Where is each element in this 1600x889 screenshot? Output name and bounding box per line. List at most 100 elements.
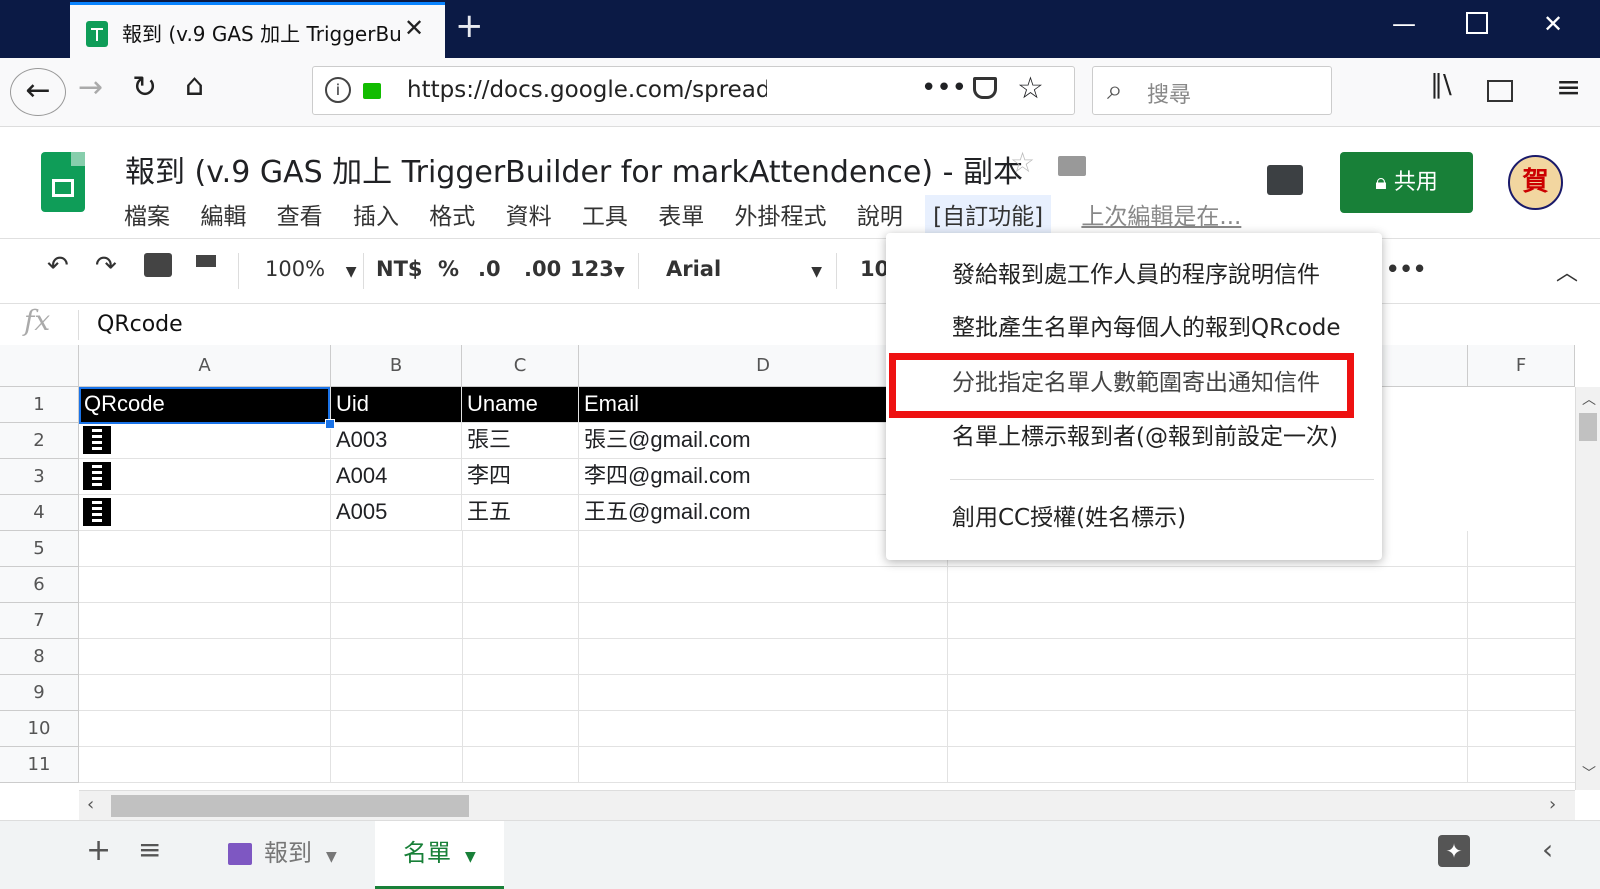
sheet-tab[interactable]: 報到 ▼ xyxy=(200,821,365,889)
row-header[interactable]: 5 xyxy=(0,531,79,567)
row-header[interactable]: 4 xyxy=(0,495,79,531)
percent-button[interactable]: % xyxy=(438,257,459,281)
redo-icon[interactable]: ↷ xyxy=(95,251,117,281)
row-header[interactable]: 9 xyxy=(0,675,79,711)
url-text[interactable]: https://docs.google.com/spreadsheets/d/1 xyxy=(407,77,767,103)
column-header[interactable]: A xyxy=(79,345,331,387)
select-all-corner[interactable] xyxy=(0,345,79,387)
close-icon[interactable]: ✕ xyxy=(1543,10,1563,38)
tab-close-icon[interactable]: ✕ xyxy=(404,14,424,42)
column-header[interactable]: F xyxy=(1468,345,1575,387)
menu-format[interactable]: 格式 xyxy=(429,197,475,231)
number-format-select[interactable]: 123▼ xyxy=(570,257,625,281)
scroll-right-icon[interactable]: › xyxy=(1549,794,1556,815)
menu-help[interactable]: 說明 xyxy=(857,197,903,231)
menu-view[interactable]: 查看 xyxy=(277,197,323,231)
row-header[interactable]: 8 xyxy=(0,639,79,675)
column-header[interactable]: B xyxy=(331,345,462,387)
font-size-select[interactable]: 10 xyxy=(860,257,889,281)
avatar[interactable]: 賀 xyxy=(1508,155,1563,210)
cell-uid[interactable]: A003 xyxy=(331,423,462,459)
paint-format-icon[interactable] xyxy=(196,255,216,267)
increase-decimal-button[interactable]: .00 xyxy=(524,257,561,281)
more-options-icon[interactable]: ••• xyxy=(1386,257,1426,281)
empty-cells[interactable] xyxy=(79,531,1575,783)
vertical-scrollbar[interactable]: ︿ ﹀ xyxy=(1575,387,1600,790)
scroll-thumb[interactable] xyxy=(111,795,469,817)
minimize-icon[interactable]: — xyxy=(1392,10,1416,38)
folder-icon[interactable] xyxy=(1058,156,1086,176)
row-header[interactable]: 2 xyxy=(0,423,79,459)
undo-icon[interactable]: ↶ xyxy=(47,251,69,281)
menu-insert[interactable]: 插入 xyxy=(353,197,399,231)
decrease-decimal-button[interactable]: .0 xyxy=(478,257,501,281)
library-icon[interactable]: ∥\ xyxy=(1430,70,1452,100)
scroll-thumb[interactable] xyxy=(1579,413,1597,441)
cell-uid[interactable]: A005 xyxy=(331,495,462,531)
menu-icon[interactable]: ≡ xyxy=(1556,70,1581,105)
menu-file[interactable]: 檔案 xyxy=(124,197,170,231)
comments-icon[interactable] xyxy=(1267,165,1303,195)
side-panel-toggle-icon[interactable]: ‹ xyxy=(1542,833,1553,866)
page-actions-icon[interactable]: ••• xyxy=(921,73,967,103)
menu-form[interactable]: 表單 xyxy=(658,197,704,231)
scroll-down-icon[interactable]: ﹀ xyxy=(1582,763,1596,783)
row-header[interactable]: 6 xyxy=(0,567,79,603)
sidebar-icon[interactable] xyxy=(1487,80,1513,102)
menu-tools[interactable]: 工具 xyxy=(582,197,628,231)
cell-b1[interactable]: Uid xyxy=(331,387,462,423)
menu-custom-functions[interactable]: [自訂功能] xyxy=(925,195,1052,233)
row-header[interactable]: 7 xyxy=(0,603,79,639)
search-box[interactable]: ⌕ 搜尋 xyxy=(1092,66,1332,115)
add-sheet-icon[interactable]: + xyxy=(86,833,111,868)
bookmark-star-icon[interactable]: ☆ xyxy=(1017,71,1044,106)
row-header[interactable]: 10 xyxy=(0,711,79,747)
sheet-tab-active[interactable]: 名單 ▼ xyxy=(375,821,504,889)
maximize-icon[interactable] xyxy=(1466,12,1488,34)
new-tab-icon[interactable]: + xyxy=(455,6,484,46)
row-header[interactable]: 1 xyxy=(0,387,79,423)
collapse-toolbar-icon[interactable]: ︿ xyxy=(1556,255,1578,287)
dropdown-item-mark-attendees[interactable]: 名單上標示報到者(@報到前設定一次) xyxy=(952,417,1338,451)
url-bar[interactable]: i https://docs.google.com/spreadsheets/d… xyxy=(312,66,1075,115)
formula-input[interactable]: QRcode xyxy=(97,312,183,337)
cell-c1[interactable]: Uname xyxy=(462,387,579,423)
explore-icon[interactable]: ✦ xyxy=(1438,835,1470,867)
reload-icon[interactable]: ↻ xyxy=(132,70,157,105)
scroll-up-icon[interactable]: ︿ xyxy=(1582,389,1596,409)
document-title[interactable]: 報到 (v.9 GAS 加上 TriggerBuilder for markAt… xyxy=(125,147,1023,191)
dropdown-item-cc-license[interactable]: 創用CC授權(姓名標示) xyxy=(952,498,1186,532)
cell-uname[interactable]: 李四 xyxy=(462,459,579,495)
share-button[interactable]: 🔒︎ 共用 xyxy=(1340,152,1473,213)
cell-qrcode[interactable] xyxy=(79,423,331,459)
dropdown-item-generate-qrcodes[interactable]: 整批產生名單內每個人的報到QRcode xyxy=(952,308,1341,342)
back-icon[interactable]: ← xyxy=(10,68,66,116)
menu-edit[interactable]: 編輯 xyxy=(200,197,246,231)
sheets-logo-icon[interactable] xyxy=(41,152,85,212)
column-header[interactable]: C xyxy=(462,345,579,387)
forward-icon[interactable]: → xyxy=(78,70,103,105)
currency-button[interactable]: NT$ xyxy=(376,257,423,281)
cell-qrcode[interactable] xyxy=(79,495,331,531)
cell-uname[interactable]: 張三 xyxy=(462,423,579,459)
pocket-icon[interactable] xyxy=(973,77,997,99)
browser-tab[interactable]: 報到 (v.9 GAS 加上 TriggerBuil ✕ xyxy=(70,2,445,58)
print-icon[interactable] xyxy=(144,253,172,277)
menu-addons[interactable]: 外掛程式 xyxy=(735,197,827,231)
scroll-left-icon[interactable]: ‹ xyxy=(87,794,94,815)
dropdown-item-send-staff-instructions[interactable]: 發給報到處工作人員的程序說明信件 xyxy=(952,255,1320,289)
cell-uid[interactable]: A004 xyxy=(331,459,462,495)
menu-data[interactable]: 資料 xyxy=(506,197,552,231)
cell-uname[interactable]: 王五 xyxy=(462,495,579,531)
horizontal-scrollbar[interactable]: ‹ › xyxy=(79,790,1575,820)
last-edit-link[interactable]: 上次編輯是在... xyxy=(1081,197,1241,231)
cell-qrcode[interactable] xyxy=(79,459,331,495)
zoom-select[interactable]: 100% ▼ xyxy=(265,257,357,281)
fill-handle[interactable] xyxy=(325,419,335,429)
all-sheets-icon[interactable]: ≡ xyxy=(138,833,161,866)
font-select[interactable]: Arial ▼ xyxy=(666,257,822,281)
row-header[interactable]: 11 xyxy=(0,747,79,783)
star-icon[interactable]: ☆ xyxy=(1010,146,1035,179)
row-header[interactable]: 3 xyxy=(0,459,79,495)
info-icon[interactable]: i xyxy=(325,77,351,103)
